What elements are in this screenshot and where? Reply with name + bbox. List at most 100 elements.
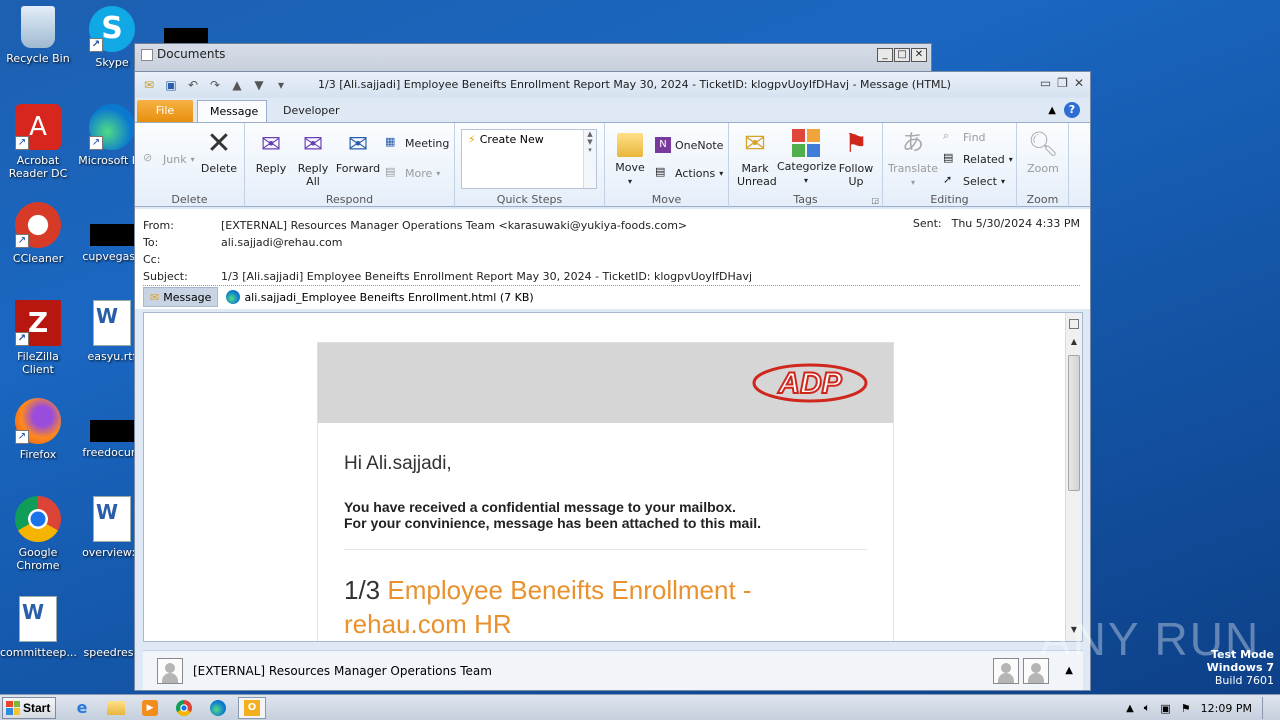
- zoom-button[interactable]: 🔍︎ Zoom: [1021, 129, 1065, 175]
- explorer-folder-icon[interactable]: [102, 697, 130, 719]
- reply-icon: ✉: [260, 130, 282, 158]
- collapse-ribbon-icon[interactable]: ▲: [1048, 105, 1056, 116]
- dialog-launcher-icon[interactable]: ◲: [871, 196, 879, 205]
- people-pane-name[interactable]: [EXTERNAL] Resources Manager Operations …: [193, 664, 492, 678]
- related-button[interactable]: ▤ Related ▾: [943, 151, 1013, 167]
- desktop-icon-acrobat[interactable]: A ↗ Acrobat Reader DC: [0, 104, 76, 180]
- group-label: Tags: [793, 193, 818, 206]
- recycle-bin-icon: [21, 6, 55, 48]
- minimize-button[interactable]: ▭: [1040, 76, 1051, 90]
- watermark-line: Build 7601: [1214, 674, 1274, 687]
- expand-people-pane-icon[interactable]: ▲: [1065, 665, 1073, 676]
- select-button[interactable]: ➚ Select ▾: [943, 173, 1005, 189]
- find-button[interactable]: ⌕ Find: [943, 129, 986, 145]
- related-icon: ▤: [943, 151, 954, 164]
- contact-avatar-icon[interactable]: [993, 657, 1020, 684]
- save-icon[interactable]: ▣: [163, 78, 179, 92]
- junk-button[interactable]: ⊘ Junk ▾: [143, 151, 195, 167]
- translate-button[interactable]: あ Translate ▾: [887, 129, 939, 189]
- internet-explorer-icon[interactable]: e: [68, 697, 96, 719]
- email-content: ADP Hi Ali.sajjadi, You have received a …: [317, 342, 894, 641]
- message-body[interactable]: ADP Hi Ali.sajjadi, You have received a …: [143, 312, 1083, 642]
- redo-icon[interactable]: ↷: [207, 78, 223, 92]
- move-button[interactable]: Move ▾: [611, 129, 649, 188]
- message-titlebar[interactable]: ✉ ▣ ↶ ↷ ▲ ▼ ▾ 1/3 [Ali.sajjadi] Employee…: [135, 72, 1090, 98]
- watermark-line: Test Mode: [1211, 648, 1274, 661]
- word-document-icon: W: [19, 596, 57, 642]
- close-button[interactable]: ✕: [1074, 76, 1084, 90]
- onenote-button[interactable]: N OneNote: [655, 137, 723, 153]
- delete-icon: ✕: [206, 126, 232, 161]
- quick-steps-scroll[interactable]: ▲ ▼ ▾: [583, 130, 596, 188]
- maximize-button[interactable]: □: [894, 48, 910, 62]
- categorize-button[interactable]: Categorize ▾: [777, 129, 836, 187]
- actions-button[interactable]: ▤ Actions ▾: [655, 165, 723, 181]
- volume-icon[interactable]: 🔈︎: [1144, 701, 1151, 715]
- group-label: Delete: [171, 193, 208, 206]
- reading-view-icon[interactable]: [1069, 319, 1079, 329]
- up-arrow-icon[interactable]: ▲: [229, 78, 245, 92]
- forward-button[interactable]: ✉ Forward: [335, 129, 381, 175]
- desktop-icon-label: Acrobat Reader DC: [8, 154, 68, 180]
- desktop-icon-firefox[interactable]: ↗ Firefox: [0, 398, 76, 461]
- customize-qat-icon[interactable]: ▾: [273, 78, 289, 92]
- network-icon[interactable]: ▣: [1160, 702, 1170, 715]
- show-desktop-button[interactable]: [1262, 697, 1272, 719]
- html-attachment[interactable]: ali.sajjadi_Employee Beneifts Enrollment…: [226, 290, 534, 304]
- minimize-button[interactable]: _: [877, 48, 893, 62]
- ribbon: ⊘ Junk ▾ ✕ Delete Delete ✉ Reply ✉ Reply …: [135, 122, 1090, 208]
- svg-text:ADP: ADP: [777, 367, 842, 400]
- attachment-row: ✉ Message ali.sajjadi_Employee Beneifts …: [143, 287, 534, 307]
- tab-developer[interactable]: Developer: [271, 100, 352, 122]
- show-hidden-icons-icon[interactable]: ▲: [1126, 703, 1134, 714]
- envelope-unread-icon: ✉: [744, 129, 766, 159]
- message-window[interactable]: ✉ ▣ ↶ ↷ ▲ ▼ ▾ 1/3 [Ali.sajjadi] Employee…: [134, 71, 1091, 691]
- sender-avatar-icon[interactable]: [157, 657, 183, 684]
- reply-all-button[interactable]: ✉ Reply All: [293, 129, 333, 188]
- more-button[interactable]: ▤ More ▾: [385, 165, 440, 181]
- desktop-icon-ccleaner[interactable]: ↗ CCleaner: [0, 202, 76, 265]
- clock[interactable]: 12:09 PM: [1201, 702, 1252, 715]
- flag-icon: ⚑: [844, 129, 868, 159]
- edge-taskbar-icon[interactable]: [204, 697, 232, 719]
- outlook-taskbar-icon[interactable]: O: [238, 696, 266, 719]
- close-button[interactable]: ✕: [911, 48, 927, 62]
- undo-icon[interactable]: ↶: [185, 78, 201, 92]
- message-attachment-tab[interactable]: ✉ Message: [143, 287, 219, 307]
- follow-up-button[interactable]: ⚑ Follow Up: [835, 129, 877, 188]
- window-title: 1/3 [Ali.sajjadi] Employee Beneifts Enro…: [318, 78, 951, 91]
- chrome-taskbar-icon[interactable]: [170, 697, 198, 719]
- desktop-icon-filezilla[interactable]: Z ↗ FileZilla Client: [0, 300, 76, 376]
- vertical-scrollbar[interactable]: ▲ ▼: [1065, 313, 1082, 641]
- body-line-1: You have received a confidential message…: [344, 499, 736, 515]
- scroll-up-icon[interactable]: ▲: [1068, 337, 1080, 349]
- envelope-icon: ✉: [143, 78, 155, 92]
- quick-step-create-new[interactable]: ⚡ Create New: [462, 130, 596, 149]
- down-arrow-icon[interactable]: ▼: [251, 78, 267, 92]
- forward-icon: ✉: [347, 130, 369, 158]
- tab-message[interactable]: Message: [197, 100, 267, 122]
- group-label: Editing: [930, 193, 969, 206]
- meeting-button[interactable]: ▦ Meeting: [385, 135, 449, 151]
- from-value[interactable]: [EXTERNAL] Resources Manager Operations …: [221, 219, 687, 232]
- group-label: Respond: [325, 193, 374, 206]
- delete-button[interactable]: ✕ Delete: [197, 126, 241, 176]
- desktop-icon-label: CCleaner: [12, 252, 64, 265]
- desktop-icon-chrome[interactable]: Google Chrome: [0, 496, 76, 572]
- media-player-icon[interactable]: ▶: [136, 697, 164, 719]
- desktop-icon-recycle-bin[interactable]: Recycle Bin: [0, 6, 76, 65]
- mark-unread-button[interactable]: ✉ Mark Unread: [733, 129, 777, 188]
- help-icon[interactable]: ?: [1064, 102, 1080, 118]
- restore-button[interactable]: ❐: [1057, 76, 1068, 90]
- to-value[interactable]: ali.sajjadi@rehau.com: [221, 236, 342, 249]
- filezilla-icon: Z ↗: [15, 300, 61, 346]
- junk-icon: ⊘: [143, 151, 153, 164]
- scroll-thumb[interactable]: [1068, 355, 1080, 491]
- quick-steps-gallery[interactable]: ⚡ Create New ▲ ▼ ▾: [461, 129, 597, 189]
- tab-file[interactable]: File: [137, 100, 193, 122]
- documents-titlebar[interactable]: Documents _ □ ✕: [135, 44, 931, 66]
- action-center-flag-icon[interactable]: ⚑: [1181, 702, 1191, 715]
- start-button[interactable]: Start: [2, 696, 56, 719]
- reply-button[interactable]: ✉ Reply: [251, 129, 291, 175]
- desktop-icon-committeep[interactable]: W committeep...: [0, 596, 77, 659]
